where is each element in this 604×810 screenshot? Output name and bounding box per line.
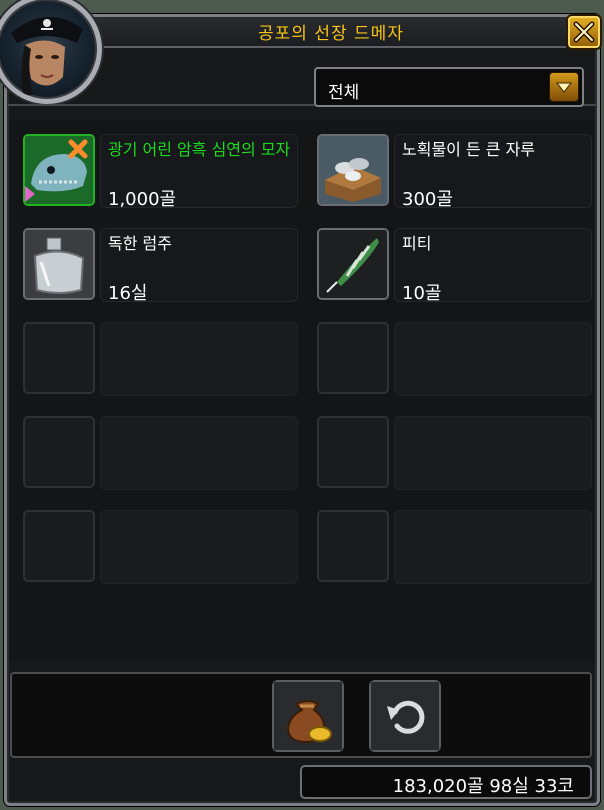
loot-box-icon[interactable]	[317, 134, 389, 206]
empty-item-slot	[310, 503, 600, 591]
item-info-panel	[394, 416, 592, 490]
money-amount: 183,020골 98실 33코	[392, 776, 574, 797]
item-price: 10골	[402, 283, 442, 304]
merchant-item-slot[interactable]: 노획물이 든 큰 자루 300골	[310, 127, 600, 215]
merchant-item-slot[interactable]: 독한 럼주 16실	[16, 221, 306, 309]
merchant-item-slot[interactable]: 피티 10골	[310, 221, 600, 309]
empty-slot-icon	[317, 416, 389, 488]
flask-icon[interactable]	[23, 228, 95, 300]
item-name: 광기 어린 암흑 심연의 모자	[108, 140, 291, 159]
empty-slot-icon	[317, 322, 389, 394]
dropdown-arrow-button[interactable]	[549, 72, 579, 102]
item-name: 노획물이 든 큰 자루	[402, 140, 536, 159]
item-name: 피티	[402, 234, 432, 253]
item-info-panel	[394, 510, 592, 584]
feather-icon[interactable]	[317, 228, 389, 300]
empty-item-slot	[310, 409, 600, 497]
empty-slot-icon	[23, 322, 95, 394]
close-icon	[573, 21, 595, 43]
item-info-panel	[100, 416, 298, 490]
coin-bag-icon	[274, 682, 342, 750]
close-button[interactable]	[566, 14, 602, 50]
window-title: 공포의 선장 드메자	[258, 24, 404, 44]
item-info-panel	[100, 322, 298, 396]
filter-dropdown[interactable]: 전체	[314, 67, 584, 107]
empty-item-slot	[16, 315, 306, 403]
item-info-panel	[100, 510, 298, 584]
undo-button[interactable]	[369, 680, 441, 752]
sell-junk-button[interactable]	[272, 680, 344, 752]
empty-item-slot	[310, 315, 600, 403]
item-price: 300골	[402, 189, 453, 210]
item-price: 16실	[108, 283, 148, 304]
title-bar[interactable]: 공포의 선장 드메자	[96, 17, 566, 48]
undo-icon	[371, 682, 439, 750]
pirate-portrait-icon	[11, 16, 83, 95]
helmet-icon[interactable]	[23, 134, 95, 206]
item-info-panel	[394, 322, 592, 396]
player-money: 183,020골 98실 33코	[300, 765, 592, 799]
empty-item-slot	[16, 409, 306, 497]
chevron-down-icon	[555, 82, 573, 93]
empty-slot-icon	[23, 510, 95, 582]
merchant-item-grid: 광기 어린 암흑 심연의 모자 1,000골 노획물이 든 큰 자루 300골	[10, 121, 594, 661]
item-name: 독한 럼주	[108, 234, 172, 253]
item-price: 1,000골	[108, 189, 177, 210]
empty-slot-icon	[317, 510, 389, 582]
merchant-item-slot[interactable]: 광기 어린 암흑 심연의 모자 1,000골	[16, 127, 306, 215]
filter-value: 전체	[328, 83, 360, 103]
empty-slot-icon	[23, 416, 95, 488]
empty-item-slot	[16, 503, 306, 591]
